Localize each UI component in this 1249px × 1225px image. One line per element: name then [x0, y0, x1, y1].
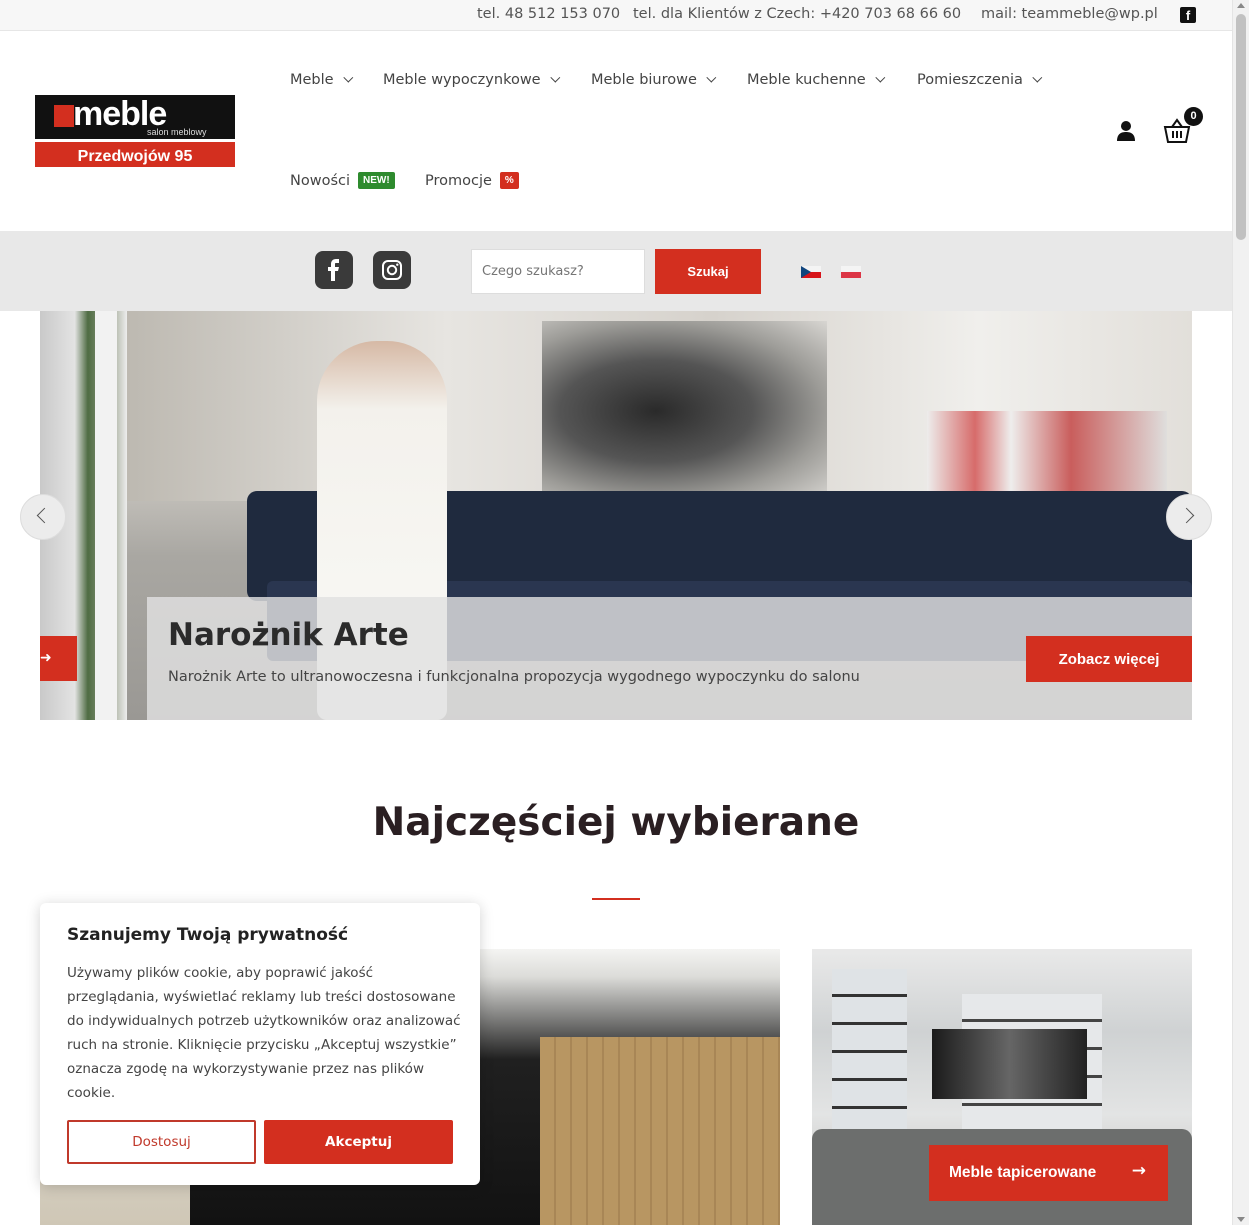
chevron-down-icon [875, 72, 885, 83]
instagram-icon[interactable] [373, 251, 411, 289]
slider-prev-button[interactable] [20, 494, 66, 540]
chevron-down-icon [342, 72, 353, 83]
nav-item-label: Nowości [290, 173, 351, 189]
czech-flag-icon[interactable] [801, 266, 821, 278]
customize-button[interactable]: Dostosuj [67, 1120, 256, 1164]
nav-item-label: Meble kuchenne [747, 72, 866, 88]
chevron-down-icon [549, 72, 560, 83]
top-contact-bar: tel. 48 512 153 070 tel. dla Klientów z … [0, 0, 1232, 31]
scrollbar[interactable] [1232, 0, 1249, 1225]
upholstered-furniture-button[interactable]: Meble tapicerowane → [929, 1145, 1168, 1201]
search-button[interactable]: Szukaj [655, 249, 761, 294]
chevron-down-icon [706, 72, 717, 83]
phone-link[interactable]: tel. 48 512 153 070 [477, 6, 620, 22]
nav-item-label: Meble [290, 72, 334, 88]
search-band: Szukaj [0, 231, 1232, 311]
slide-description: Narożnik Arte to ultranowoczesna i funkc… [168, 669, 860, 685]
nav-item-meble[interactable]: Meble [290, 72, 353, 88]
nav-item-nowosci[interactable]: Nowości NEW! [290, 172, 395, 189]
accept-button[interactable]: Akceptuj [264, 1120, 453, 1164]
facebook-icon[interactable]: f [1180, 7, 1196, 23]
nav-item-label: Promocje [425, 173, 492, 189]
nav-item-label: Pomieszczenia [917, 72, 1023, 88]
site-header: meble salon meblowy Przedwojów 95 Meble … [0, 31, 1232, 231]
previous-slide-button[interactable]: ➜ [40, 636, 77, 681]
scroll-down-icon[interactable] [1237, 1217, 1245, 1222]
facebook-icon[interactable] [315, 251, 353, 289]
arrow-right-icon: ➜ [40, 650, 52, 666]
hero-slider: ➜ Narożnik Arte Narożnik Arte to ultrano… [40, 311, 1192, 720]
search-input[interactable] [471, 249, 645, 294]
nav-item-meble-biurowe[interactable]: Meble biurowe [591, 72, 717, 88]
polish-flag-icon[interactable] [841, 266, 861, 278]
scroll-up-icon[interactable] [1237, 3, 1245, 8]
slide-painting [927, 411, 1167, 501]
slide-title: Narożnik Arte [168, 617, 409, 653]
chevron-left-icon [36, 507, 53, 524]
nav-item-meble-wypoczynkowe[interactable]: Meble wypoczynkowe [383, 72, 560, 88]
user-icon[interactable] [1116, 120, 1136, 142]
tile-image [540, 1037, 780, 1225]
promo-badge: % [499, 172, 519, 189]
logo-address: Przedwojów 95 [35, 139, 235, 167]
new-badge: NEW! [358, 172, 395, 189]
nav-item-meble-kuchenne[interactable]: Meble kuchenne [747, 72, 885, 88]
nav-item-label: Meble biurowe [591, 72, 697, 88]
site-logo[interactable]: meble salon meblowy Przedwojów 95 [35, 95, 235, 167]
chevron-down-icon [1032, 72, 1043, 83]
slide-painting [542, 321, 827, 501]
nav-item-promocje[interactable]: Promocje% [425, 172, 519, 189]
tile-image [932, 1029, 1087, 1099]
section-divider [592, 898, 640, 900]
see-more-button[interactable]: Zobacz więcej [1026, 636, 1192, 682]
tile-button-label: Meble tapicerowane [949, 1164, 1097, 1181]
nav-item-label: Meble wypoczynkowe [383, 72, 541, 88]
slider-next-button[interactable] [1166, 494, 1212, 540]
chevron-right-icon [1178, 507, 1195, 524]
cookie-text: Używamy plików cookie, aby poprawić jako… [67, 965, 461, 1101]
section-title: Najczęściej wybierane [372, 800, 860, 845]
nav-item-pomieszczenia[interactable]: Pomieszczenia [917, 72, 1043, 88]
cart-count-badge: 0 [1184, 107, 1203, 126]
cookie-title: Szanujemy Twoją prywatność [67, 925, 349, 945]
phone-cz-link[interactable]: tel. dla Klientów z Czech: +420 703 68 6… [633, 6, 961, 22]
scrollbar-thumb[interactable] [1236, 14, 1246, 240]
cookie-consent-dialog: Szanujemy Twoją prywatność Używamy plikó… [40, 903, 480, 1185]
logo-subtitle: salon meblowy [147, 127, 207, 137]
email-link[interactable]: mail: teammeble@wp.pl [981, 6, 1158, 22]
arrow-right-icon: → [1131, 1161, 1146, 1181]
logo-mark [54, 105, 74, 127]
